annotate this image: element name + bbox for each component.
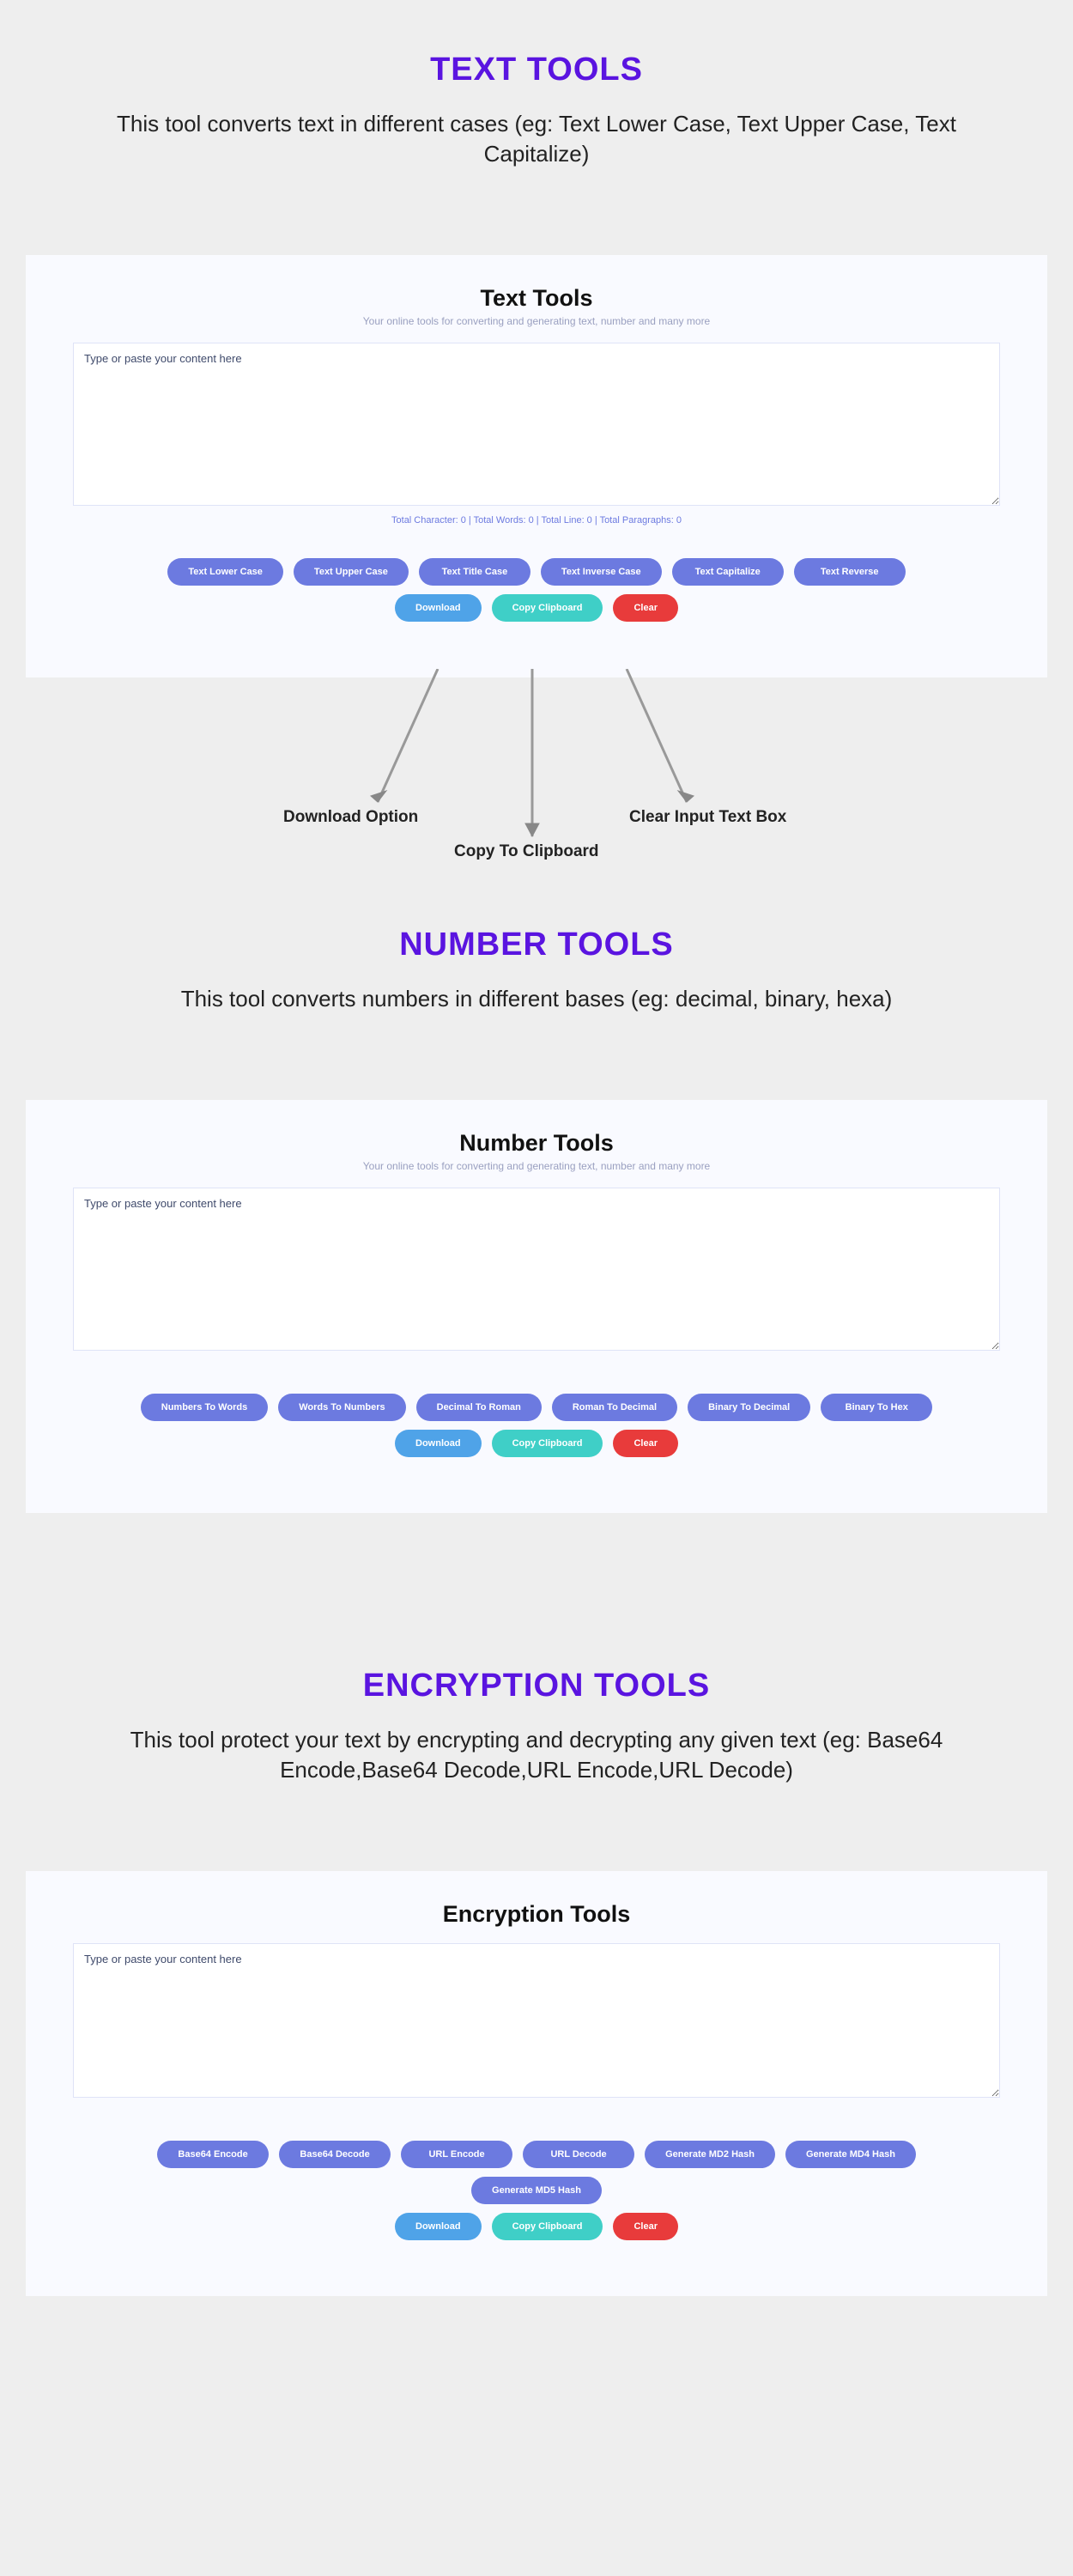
binary-to-decimal-button[interactable]: Binary To Decimal [688, 1394, 810, 1421]
annotation-clear: Clear Input Text Box [629, 808, 786, 827]
text-lower-case-button[interactable]: Text Lower Case [167, 558, 283, 586]
encryption-copy-button[interactable]: Copy Clipboard [492, 2213, 603, 2240]
numbers-to-words-button[interactable]: Numbers To Words [141, 1394, 268, 1421]
encryption-tools-heading: ENCRYPTION TOOLS [43, 1668, 1030, 1704]
text-tools-panel-subtitle: Your online tools for converting and gen… [73, 315, 1000, 327]
arrow-download-icon [352, 669, 455, 823]
text-clear-button[interactable]: Clear [613, 594, 678, 622]
arrow-copy-icon [515, 669, 549, 858]
number-copy-button[interactable]: Copy Clipboard [492, 1430, 603, 1457]
base64-encode-button[interactable]: Base64 Encode [157, 2141, 269, 2168]
generate-md5-hash-button[interactable]: Generate MD5 Hash [471, 2177, 602, 2204]
number-tools-action-row: Download Copy Clipboard Clear [73, 1430, 1000, 1457]
number-tools-button-row: Numbers To Words Words To Numbers Decima… [73, 1394, 1000, 1421]
text-capitalize-button[interactable]: Text Capitalize [672, 558, 784, 586]
base64-decode-button[interactable]: Base64 Decode [279, 2141, 391, 2168]
text-tools-button-row: Text Lower Case Text Upper Case Text Tit… [73, 558, 1000, 586]
text-tools-annotations: Download Option Copy To Clipboard Clear … [26, 686, 1047, 875]
encryption-tools-panel: Encryption Tools Base64 Encode Base64 De… [26, 1871, 1047, 2296]
number-download-button[interactable]: Download [395, 1430, 482, 1457]
number-tools-panel-title: Number Tools [73, 1130, 1000, 1157]
text-tools-panel-title: Text Tools [73, 285, 1000, 312]
number-clear-button[interactable]: Clear [613, 1430, 678, 1457]
text-reverse-button[interactable]: Text Reverse [794, 558, 906, 586]
text-copy-button[interactable]: Copy Clipboard [492, 594, 603, 622]
encryption-tools-button-row-2: Generate MD5 Hash [73, 2177, 1000, 2204]
encryption-clear-button[interactable]: Clear [613, 2213, 678, 2240]
encryption-tools-panel-title: Encryption Tools [73, 1901, 1000, 1928]
encryption-tools-action-row: Download Copy Clipboard Clear [73, 2213, 1000, 2240]
url-encode-button[interactable]: URL Encode [401, 2141, 512, 2168]
number-tools-description: This tool converts numbers in different … [77, 984, 996, 1014]
annotation-download: Download Option [283, 808, 418, 827]
number-tools-heading: NUMBER TOOLS [43, 927, 1030, 963]
text-tools-heading: TEXT TOOLS [43, 52, 1030, 88]
text-tools-input[interactable] [73, 343, 1000, 506]
encryption-tools-section: ENCRYPTION TOOLS This tool protect your … [0, 1616, 1073, 1871]
number-tools-panel: Number Tools Your online tools for conve… [26, 1100, 1047, 1513]
encryption-tools-button-row: Base64 Encode Base64 Decode URL Encode U… [73, 2141, 1000, 2168]
encryption-tools-description: This tool protect your text by encryptin… [77, 1725, 996, 1785]
annotation-copy: Copy To Clipboard [454, 842, 599, 861]
roman-to-decimal-button[interactable]: Roman To Decimal [552, 1394, 677, 1421]
text-tools-description: This tool converts text in different cas… [77, 109, 996, 169]
encryption-tools-input[interactable] [73, 1943, 1000, 2098]
arrow-clear-icon [609, 669, 712, 823]
decimal-to-roman-button[interactable]: Decimal To Roman [416, 1394, 542, 1421]
text-title-case-button[interactable]: Text Title Case [419, 558, 530, 586]
text-upper-case-button[interactable]: Text Upper Case [294, 558, 409, 586]
number-tools-panel-subtitle: Your online tools for converting and gen… [73, 1160, 1000, 1172]
text-tools-panel: Text Tools Your online tools for convert… [26, 255, 1047, 677]
text-inverse-case-button[interactable]: Text Inverse Case [541, 558, 662, 586]
generate-md4-hash-button[interactable]: Generate MD4 Hash [785, 2141, 916, 2168]
encryption-download-button[interactable]: Download [395, 2213, 482, 2240]
text-tools-action-row: Download Copy Clipboard Clear [73, 594, 1000, 622]
generate-md2-hash-button[interactable]: Generate MD2 Hash [645, 2141, 775, 2168]
words-to-numbers-button[interactable]: Words To Numbers [278, 1394, 405, 1421]
binary-to-hex-button[interactable]: Binary To Hex [821, 1394, 932, 1421]
text-tools-counter: Total Character: 0 | Total Words: 0 | To… [73, 515, 1000, 526]
number-tools-section: NUMBER TOOLS This tool converts numbers … [0, 875, 1073, 1100]
url-decode-button[interactable]: URL Decode [523, 2141, 634, 2168]
number-tools-input[interactable] [73, 1188, 1000, 1351]
text-tools-section: TEXT TOOLS This tool converts text in di… [0, 0, 1073, 255]
text-download-button[interactable]: Download [395, 594, 482, 622]
